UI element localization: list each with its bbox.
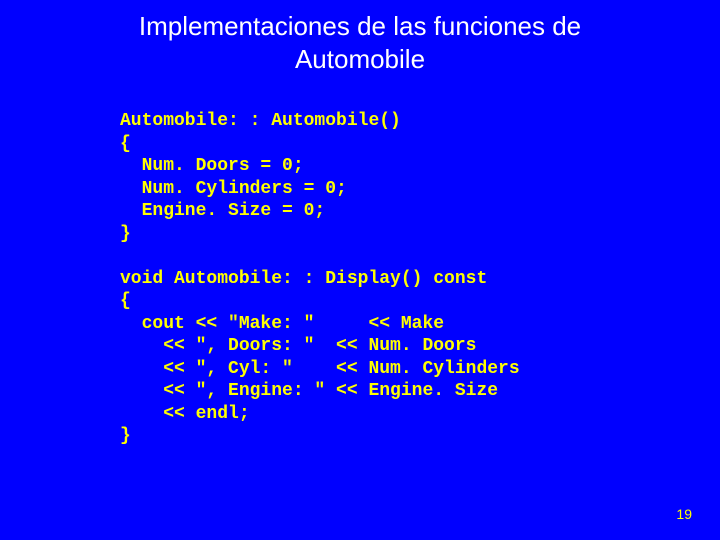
slide-title: Implementaciones de las funciones de Aut… bbox=[0, 0, 720, 75]
code-line: << ", Cyl: " << Num. Cylinders bbox=[120, 359, 520, 379]
title-line-2: Automobile bbox=[295, 44, 425, 74]
code-line: { bbox=[120, 134, 131, 154]
code-line: } bbox=[120, 426, 131, 446]
title-line-1: Implementaciones de las funciones de bbox=[139, 11, 581, 41]
code-block: Automobile: : Automobile() { Num. Doors … bbox=[120, 110, 520, 448]
code-line: << ", Doors: " << Num. Doors bbox=[120, 336, 476, 356]
code-line: Num. Doors = 0; bbox=[120, 156, 304, 176]
code-line: { bbox=[120, 291, 131, 311]
code-line: Automobile: : Automobile() bbox=[120, 111, 401, 131]
code-line: Num. Cylinders = 0; bbox=[120, 179, 347, 199]
page-number: 19 bbox=[676, 506, 692, 522]
code-line: cout << "Make: " << Make bbox=[120, 314, 444, 334]
code-line: } bbox=[120, 224, 131, 244]
code-line: << ", Engine: " << Engine. Size bbox=[120, 381, 498, 401]
code-line: Engine. Size = 0; bbox=[120, 201, 325, 221]
code-line: void Automobile: : Display() const bbox=[120, 269, 487, 289]
code-line: << endl; bbox=[120, 404, 250, 424]
slide: Implementaciones de las funciones de Aut… bbox=[0, 0, 720, 540]
